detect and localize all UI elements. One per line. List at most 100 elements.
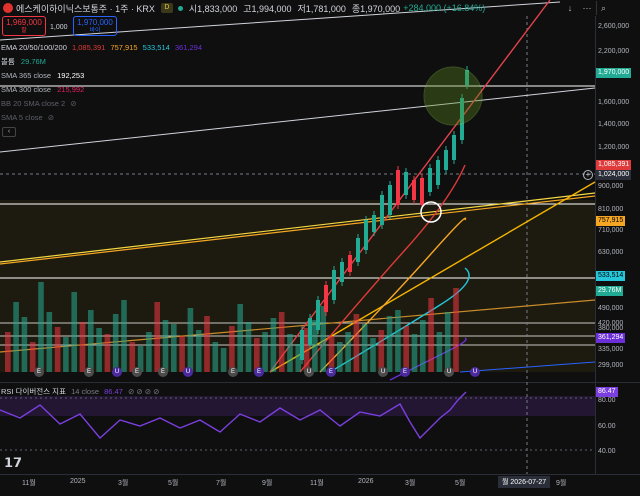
volume-bar <box>237 304 243 372</box>
candle-body <box>428 168 432 192</box>
volume-bar <box>5 332 11 372</box>
price-tick: 335,000 <box>598 346 624 353</box>
sma365-legend[interactable]: SMA 365 close 192,253 <box>1 70 84 81</box>
search-icon[interactable]: ⌕ <box>596 1 610 15</box>
volume-bar <box>96 328 102 372</box>
volume-bar <box>287 334 293 372</box>
tradingview-logo[interactable]: 𝟭𝟳 <box>4 455 22 471</box>
candle-body <box>444 150 448 170</box>
candle-body <box>412 180 416 200</box>
price-tick: 1,200,000 <box>598 144 630 151</box>
ema50-tag: 757,915 <box>596 216 626 226</box>
volume-bar <box>162 320 169 372</box>
time-tick: 7월 <box>216 480 227 487</box>
earnings-badge[interactable]: E <box>84 367 94 377</box>
volume-bar <box>270 318 277 372</box>
time-tick: 11월 <box>310 480 324 487</box>
volume-bar <box>262 332 268 372</box>
volume-bar <box>229 326 235 372</box>
price-tick: 2,200,000 <box>598 48 630 55</box>
volume-bar <box>21 317 28 372</box>
rsi-tick: 40.00 <box>598 448 616 455</box>
bb-legend[interactable]: BB 20 SMA close 2 ⊘ <box>1 98 77 109</box>
sma365-value: 192,253 <box>57 71 85 80</box>
candle-body <box>348 255 352 272</box>
hidden-eye-icon[interactable]: ⊘ <box>70 99 76 108</box>
candle-body <box>420 178 424 205</box>
rsi-legend[interactable]: RSI 다이버전스 지표 14 close 86.47 ⊘ ⊘ ⊘ ⊘ <box>1 386 159 397</box>
time-tick: 9월 <box>262 480 273 487</box>
rsi-tick: 80.00 <box>598 397 616 404</box>
earnings-badge[interactable]: E <box>132 367 142 377</box>
volume-legend-value: 29.76M <box>20 57 46 66</box>
sma5-legend[interactable]: SMA 5 close ⊘ <box>1 112 54 123</box>
candle-body <box>364 220 368 250</box>
ema-legend[interactable]: EMA 20/50/100/200 1,085,391 757,915 533,… <box>1 42 202 53</box>
price-tick: 710,000 <box>598 227 624 234</box>
earnings-badge[interactable]: E <box>228 367 238 377</box>
volume-bar <box>420 320 426 372</box>
data-delay-badge[interactable]: D <box>160 3 173 13</box>
volume-bar <box>320 306 326 372</box>
ema50-value: 757,915 <box>110 43 138 52</box>
volume-bar <box>46 312 53 372</box>
earnings-badge[interactable]: E <box>158 367 168 377</box>
volume-bar <box>378 330 385 372</box>
event-badge[interactable]: U <box>470 367 480 377</box>
sma300-legend[interactable]: SMA 300 close 215,992 <box>1 84 84 95</box>
event-badge[interactable]: E <box>326 367 336 377</box>
volume-bar <box>146 332 152 372</box>
candle-body <box>372 215 376 232</box>
price-chart-canvas[interactable] <box>0 0 640 496</box>
sell-button[interactable]: 1,969,000 팔 <box>2 16 46 36</box>
hidden-eye-icon[interactable]: ⊘ <box>48 113 54 122</box>
event-badge[interactable]: E <box>400 367 410 377</box>
time-cursor-label: 월 2026-07-27 <box>498 476 551 488</box>
collapse-legend-button[interactable]: ‹ <box>2 127 16 137</box>
volume-legend[interactable]: 볼륨 29.76M <box>1 56 46 67</box>
add-plus-icon[interactable]: + <box>583 170 593 180</box>
time-tick: 11월 <box>22 480 36 487</box>
rsi-params: 14 close <box>71 387 100 396</box>
download-icon[interactable]: ↓ <box>563 1 577 15</box>
candle-body <box>388 185 392 215</box>
event-badge[interactable]: E <box>254 367 264 377</box>
time-tick: 5월 <box>455 480 466 487</box>
rsi-overbought-zone <box>0 396 595 416</box>
volume-bar <box>411 334 418 372</box>
earnings-badge[interactable]: U <box>304 367 314 377</box>
candle-body <box>316 300 320 330</box>
buy-label: 바이 <box>89 28 101 34</box>
candle-body <box>396 170 400 205</box>
volume-bar <box>154 302 160 372</box>
earnings-badge[interactable]: U <box>378 367 388 377</box>
earnings-badge[interactable]: U <box>444 367 454 377</box>
ohlc-close: 종1,970,000 <box>351 3 401 14</box>
volume-bar <box>71 292 77 372</box>
bb-label: BB 20 SMA close 2 <box>1 99 66 108</box>
volume-bar <box>13 302 19 372</box>
price-tick: 900,000 <box>598 183 624 190</box>
earnings-badge[interactable]: E <box>34 367 44 377</box>
more-options-icon[interactable]: ⋯ <box>580 1 594 15</box>
volume-bar <box>436 332 443 372</box>
time-tick: 3월 <box>118 480 129 487</box>
price-tick: 1,600,000 <box>598 99 630 106</box>
event-badge[interactable]: U <box>183 367 193 377</box>
price-tick: 1,400,000 <box>598 121 630 128</box>
symbol-title[interactable]: 에스케이하이닉스보통주 · 1주 · KRX <box>16 2 155 15</box>
rsi-hidden-icons[interactable]: ⊘ ⊘ ⊘ ⊘ <box>128 387 159 396</box>
buy-button[interactable]: 1,970,000 바이 <box>73 16 117 36</box>
ema100-value: 533,514 <box>142 43 170 52</box>
price-tick: 380,000 <box>598 325 624 332</box>
crosshair-price-tag: 1,024,000 <box>596 170 632 180</box>
volume-bar <box>444 312 451 372</box>
volume-bar <box>403 326 409 372</box>
volume-bar <box>195 330 202 372</box>
sma5-label: SMA 5 close <box>1 113 43 122</box>
volume-bar <box>204 316 210 372</box>
ema200-tag: 361,294 <box>596 333 626 343</box>
candle-body <box>332 270 336 300</box>
time-tick: 9월 <box>556 480 567 487</box>
event-badge[interactable]: U <box>112 367 122 377</box>
